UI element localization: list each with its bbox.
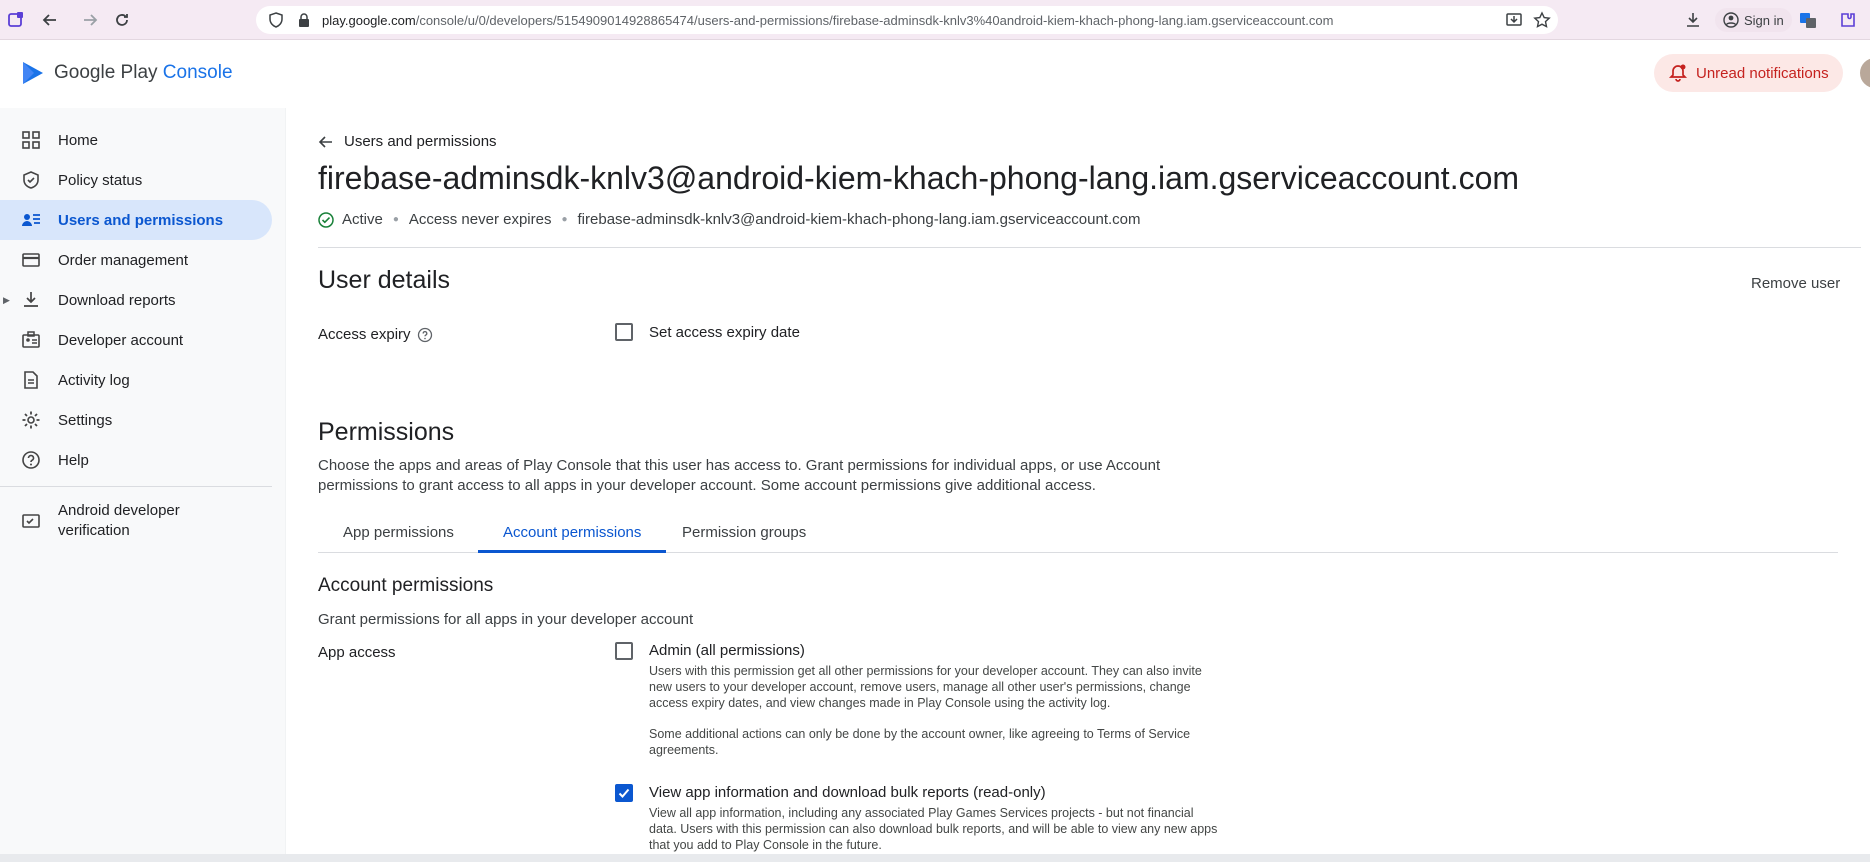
sidebar-item-download-reports[interactable]: ▶ Download reports [0, 280, 280, 320]
address-bar[interactable]: play.google.com/console/u/0/developers/5… [256, 6, 1558, 34]
user-status-row: Active ● Access never expires ● firebase… [318, 211, 1141, 228]
sidebar-divider [0, 486, 272, 487]
admin-description: Users with this permission get all other… [649, 664, 1202, 710]
reload-icon[interactable] [108, 6, 136, 34]
view-app-info-label: View app information and download bulk r… [649, 784, 1046, 801]
grid-icon [20, 129, 42, 151]
verification-icon [20, 510, 42, 532]
lock-icon [299, 13, 309, 27]
install-app-icon[interactable] [1505, 11, 1523, 29]
app-access-label: App access [318, 644, 396, 661]
status-badge: Active [342, 211, 383, 228]
sign-in-button[interactable]: Sign in [1715, 8, 1792, 32]
gear-icon [20, 409, 42, 431]
sidebar-item-label: Download reports [58, 291, 176, 309]
back-link-label: Users and permissions [344, 133, 497, 150]
site-info-icon[interactable] [268, 12, 284, 28]
forward-icon[interactable] [76, 6, 104, 34]
app-access-text: App access [318, 644, 396, 661]
set-expiry-label: Set access expiry date [649, 324, 800, 341]
remove-user-button[interactable]: Remove user [1751, 275, 1840, 292]
sidebar-item-android-developer-verification[interactable]: Android developer verification [0, 495, 280, 547]
account-permissions-title: Account permissions [318, 575, 494, 596]
sign-in-label: Sign in [1744, 12, 1784, 28]
admin-checkbox[interactable] [615, 642, 633, 660]
extensions-icon[interactable] [1838, 11, 1856, 29]
help-tooltip-icon[interactable] [417, 327, 433, 343]
shield-icon [20, 169, 42, 191]
set-expiry-checkbox[interactable] [615, 323, 633, 341]
sidebar-item-activity-log[interactable]: Activity log [0, 360, 280, 400]
tab-strip-icon[interactable] [2, 6, 30, 34]
access-duration: Access never expires [408, 211, 552, 228]
back-icon[interactable] [36, 6, 64, 34]
arrow-back-icon [318, 135, 332, 148]
permissions-title: Permissions [318, 418, 455, 446]
access-expiry-label: Access expiry [318, 326, 433, 343]
sidebar-item-users-and-permissions[interactable]: Users and permissions [0, 200, 272, 240]
sidebar-item-help[interactable]: Help [0, 440, 280, 480]
page-title: firebase-adminsdk-knlv3@android-kiem-kha… [318, 160, 1520, 196]
play-console-logo[interactable]: Google Play Console [20, 60, 233, 86]
sidebar-item-label: Order management [58, 251, 189, 269]
divider [318, 247, 1861, 248]
sidebar-item-label: Developer account [58, 331, 184, 349]
sidebar-item-label: Help [58, 451, 89, 469]
back-to-users-link[interactable]: Users and permissions [318, 133, 497, 150]
users-list-icon [20, 209, 42, 231]
sidebar-item-label: Android developer verification [58, 502, 180, 539]
translate-icon[interactable] [1799, 11, 1817, 29]
avatar[interactable] [1858, 56, 1870, 90]
separator-dot: ● [561, 214, 568, 225]
sidebar-item-label: Activity log [58, 371, 130, 389]
credit-card-icon [20, 249, 42, 271]
expand-caret-icon[interactable]: ▶ [3, 295, 10, 306]
document-icon [20, 369, 42, 391]
download-icon [20, 289, 42, 311]
tab-account-permissions[interactable]: Account permissions [478, 520, 667, 553]
play-logo-icon [23, 62, 43, 84]
view-app-info-checkbox[interactable] [615, 784, 633, 802]
sidebar-item-label: Home [58, 131, 99, 149]
notifications-label: Unread notifications [1696, 64, 1829, 82]
sidebar-item-label: Settings [58, 411, 113, 429]
sidebar-item-order-management[interactable]: Order management [0, 240, 280, 280]
downloads-icon[interactable] [1684, 11, 1702, 29]
sidebar-item-label: Policy status [58, 171, 143, 189]
sidebar-nav: Home Policy status Users and permissions… [0, 120, 280, 547]
checkmark-icon [618, 788, 630, 798]
url-text[interactable]: play.google.com/console/u/0/developers/5… [322, 13, 1502, 28]
tab-app-permissions[interactable]: App permissions [318, 520, 479, 553]
sidebar-item-settings[interactable]: Settings [0, 400, 280, 440]
sidebar-item-developer-account[interactable]: Developer account [0, 320, 280, 360]
admin-additional-note: Some additional actions can only be done… [649, 727, 1191, 757]
profile-icon [1723, 12, 1739, 28]
admin-label: Admin (all permissions) [649, 642, 805, 659]
help-icon [20, 449, 42, 471]
view-app-info-description: View all app information, including any … [649, 806, 1218, 852]
sidebar-item-policy-status[interactable]: Policy status [0, 160, 280, 200]
user-email: firebase-adminsdk-knlv3@android-kiem-kha… [577, 211, 1141, 228]
user-details-title: User details [318, 266, 450, 294]
permissions-description: Choose the apps and areas of Play Consol… [318, 457, 1161, 494]
access-expiry-text: Access expiry [318, 326, 411, 343]
account-permissions-description: Grant permissions for all apps in your d… [318, 611, 694, 628]
separator-dot: ● [392, 214, 399, 225]
sidebar-item-home[interactable]: Home [0, 120, 280, 160]
browser-toolbar: play.google.com/console/u/0/developers/5… [0, 0, 1870, 40]
permission-tabs: App permissions Account permissions Perm… [318, 520, 1838, 553]
badge-icon [20, 329, 42, 351]
tab-permission-groups[interactable]: Permission groups [657, 520, 831, 553]
horizontal-scrollbar[interactable] [0, 854, 1870, 862]
bookmark-star-icon[interactable] [1533, 11, 1551, 29]
check-circle-icon [318, 211, 334, 228]
sidebar-item-label: Users and permissions [58, 211, 224, 229]
unread-notifications-button[interactable]: Unread notifications [1654, 54, 1843, 92]
bell-alert-icon [1668, 64, 1688, 82]
